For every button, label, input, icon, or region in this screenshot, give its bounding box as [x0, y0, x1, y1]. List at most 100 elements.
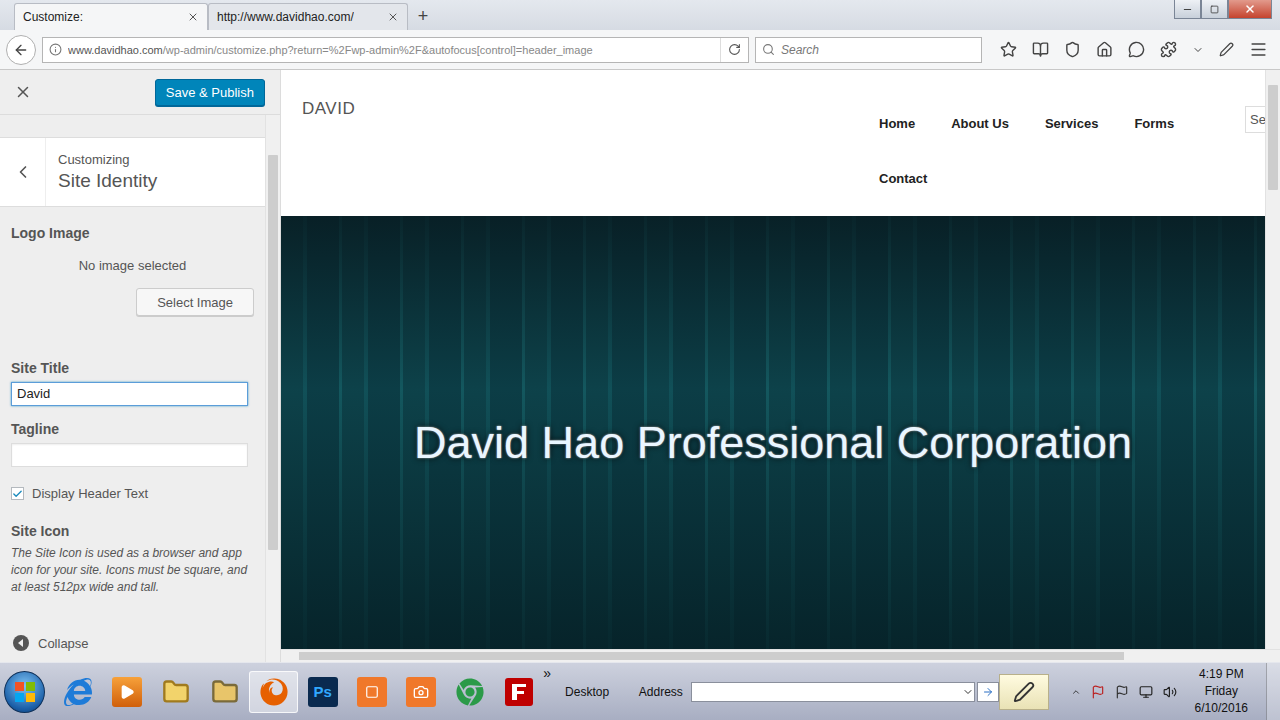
taskbar-app[interactable] [494, 671, 543, 713]
pen-icon [1013, 681, 1035, 703]
back-section-button[interactable] [0, 138, 46, 206]
chat-icon[interactable] [1128, 41, 1145, 58]
field-label: Tagline [11, 421, 254, 437]
field-label: Logo Image [11, 225, 254, 241]
nav-item[interactable]: Home [879, 116, 915, 131]
address-dropdown-icon[interactable] [962, 686, 974, 698]
search-field[interactable]: Search [755, 37, 982, 63]
maximize-button[interactable] [1201, 0, 1228, 19]
pen-icon[interactable] [1219, 42, 1234, 57]
collapse-icon [13, 635, 29, 651]
pocket-icon[interactable] [1064, 41, 1081, 58]
tagline-input[interactable] [11, 443, 248, 467]
taskbar-app[interactable] [102, 671, 151, 713]
filezilla-icon [504, 677, 534, 707]
action-center-icon[interactable] [1115, 685, 1129, 699]
scrollbar-thumb[interactable] [1268, 85, 1278, 190]
nav-item[interactable]: Forms [1134, 116, 1174, 131]
start-button[interactable] [4, 671, 45, 713]
scrollbar-thumb[interactable] [299, 652, 1124, 660]
logo-empty-note: No image selected [11, 258, 254, 273]
clock[interactable]: 4:19 PMFriday6/10/2016 [1187, 666, 1256, 717]
browser-tab[interactable]: http://www.davidhao.com/ [208, 3, 408, 30]
address-label: Address [631, 685, 691, 699]
extension-icon[interactable] [1160, 41, 1177, 58]
collapse-button[interactable]: Collapse [0, 624, 265, 662]
minimize-button[interactable] [1174, 0, 1201, 19]
taskbar-app[interactable] [53, 671, 102, 713]
taskbar-app[interactable] [249, 671, 298, 713]
close-tab-icon[interactable] [187, 11, 199, 23]
home-icon[interactable] [1096, 41, 1113, 58]
site-icon-help: The Site Icon is used as a browser and a… [11, 545, 254, 596]
volume-icon[interactable] [1163, 685, 1177, 699]
camera-app-icon [406, 677, 436, 707]
back-button[interactable] [6, 35, 36, 65]
field-label: Site Icon [11, 523, 254, 539]
reading-list-icon[interactable] [1032, 41, 1049, 58]
toolbar-icons [988, 40, 1274, 59]
taskbar-app[interactable] [445, 671, 494, 713]
panel-scrollbar[interactable] [265, 115, 280, 662]
taskbar-app[interactable]: Ps [298, 671, 347, 713]
menu-icon[interactable] [1249, 40, 1268, 59]
scrollbar-thumb[interactable] [268, 155, 278, 550]
nav-item[interactable]: Contact [879, 171, 927, 186]
taskbar-app[interactable] [151, 671, 200, 713]
tab-label: http://www.davidhao.com/ [217, 10, 354, 24]
back-arrow-icon [13, 42, 29, 58]
window-controls [1174, 0, 1272, 19]
show-hidden-icons-icon[interactable] [1071, 687, 1081, 697]
bookmark-star-icon[interactable] [1000, 41, 1017, 58]
orange-app-icon [357, 677, 387, 707]
site-title-input[interactable]: David [11, 382, 248, 406]
taskbar-app[interactable] [396, 671, 445, 713]
close-icon [1244, 3, 1256, 15]
language-flag-icon[interactable] [1091, 685, 1105, 699]
site-search[interactable]: Se [1245, 106, 1265, 133]
taskbar-app[interactable] [200, 671, 249, 713]
section-kicker: Customizing [58, 152, 157, 167]
browser-tab[interactable]: Customize: [14, 3, 208, 30]
site-nav: Home About Us Services Forms Contact [879, 70, 1209, 186]
dropdown-icon[interactable] [1192, 44, 1204, 56]
reload-button[interactable] [720, 38, 748, 62]
section-title: Site Identity [58, 170, 157, 192]
toolbar-overflow[interactable]: » [543, 665, 557, 681]
taskbar: Ps »Desktop Address 4:19 PMFriday6/10/2016 [0, 662, 1280, 720]
internet-explorer-icon [64, 678, 92, 706]
field-label: Site Title [11, 360, 254, 376]
network-icon[interactable] [1139, 685, 1153, 699]
display-header-checkbox[interactable] [11, 487, 24, 500]
close-window-button[interactable] [1228, 0, 1272, 19]
go-arrow-icon [982, 686, 994, 698]
reload-icon [728, 43, 741, 56]
site-header: DAVID Home About Us Services Forms Contact Se [281, 70, 1265, 216]
go-button[interactable] [977, 682, 999, 702]
site-logo[interactable]: DAVID [302, 99, 355, 119]
address-field[interactable] [691, 682, 975, 702]
url-field[interactable]: www.davidhao.com/wp-admin/customize.php?… [42, 37, 749, 63]
close-customizer-icon[interactable] [14, 83, 32, 101]
explorer-icon [211, 678, 239, 706]
save-publish-button[interactable]: Save & Publish [155, 79, 265, 106]
show-desktop-button[interactable] [1266, 663, 1280, 720]
nav-item[interactable]: About Us [951, 116, 1009, 131]
taskbar-app[interactable] [347, 671, 396, 713]
info-icon [49, 43, 62, 56]
select-image-button[interactable]: Select Image [136, 288, 254, 316]
display-header-text-row[interactable]: Display Header Text [11, 486, 254, 501]
browser-content: Save & Publish Customizing Site Identity Lo… [0, 70, 1280, 662]
media-player-icon [112, 677, 142, 707]
check-icon [12, 488, 23, 500]
search-icon [762, 43, 775, 56]
desktop-toolbar[interactable]: Desktop [557, 685, 617, 699]
chevron-left-icon [13, 162, 33, 182]
new-tab-button[interactable]: + [408, 3, 438, 30]
preview-hscrollbar[interactable] [281, 649, 1280, 662]
close-tab-icon[interactable] [387, 11, 399, 23]
site-preview: DAVID Home About Us Services Forms Contact SeD… [281, 70, 1280, 662]
pen-input-button[interactable] [999, 674, 1049, 710]
nav-item[interactable]: Services [1045, 116, 1099, 131]
preview-scrollbar[interactable] [1265, 70, 1280, 649]
